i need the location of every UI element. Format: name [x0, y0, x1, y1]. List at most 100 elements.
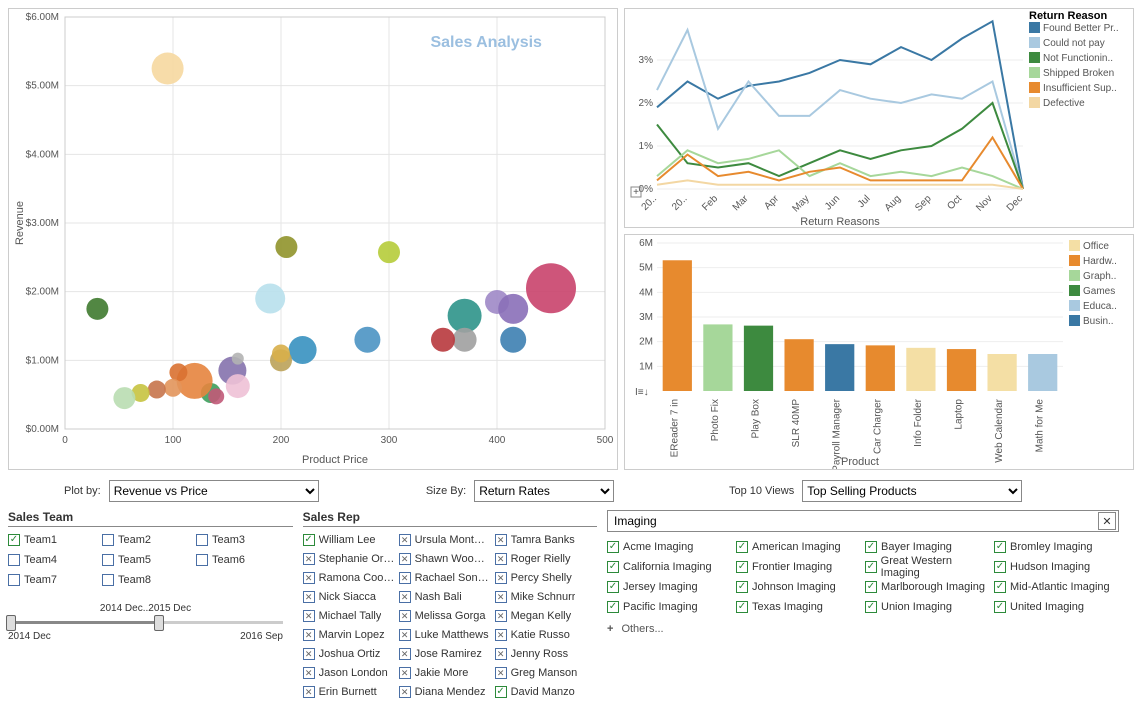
top10-select[interactable]: Top Selling Products	[802, 480, 1022, 502]
rep-checkbox[interactable]: Erin Burnett	[303, 683, 395, 701]
rep-checkbox[interactable]: Ursula Monteiro	[399, 531, 491, 549]
x-icon[interactable]	[303, 648, 315, 660]
rep-checkbox[interactable]: Mike Schnurr	[495, 588, 587, 606]
x-icon[interactable]	[399, 553, 411, 565]
rep-checkbox[interactable]: Percy Shelly	[495, 569, 587, 587]
check-icon[interactable]	[865, 561, 877, 573]
slider-handle-start[interactable]	[6, 615, 16, 631]
rep-checkbox[interactable]: Nick Siacca	[303, 588, 395, 606]
time-slider[interactable]: 2014 Dec..2015 Dec 2014 Dec 2016 Sep	[8, 603, 283, 642]
rep-checkbox[interactable]: Tamra Banks	[495, 531, 587, 549]
check-icon[interactable]	[994, 561, 1006, 573]
rep-checkbox[interactable]: Megan Kelly	[495, 607, 587, 625]
check-icon[interactable]	[736, 601, 748, 613]
search-box[interactable]: ✕	[607, 510, 1119, 532]
x-icon[interactable]	[399, 534, 411, 546]
x-icon[interactable]	[399, 667, 411, 679]
check-icon[interactable]	[994, 581, 1006, 593]
check-icon[interactable]	[607, 541, 619, 553]
imaging-item[interactable]: United Imaging	[994, 598, 1119, 616]
team-checkbox-team4[interactable]: Team4	[8, 551, 96, 569]
imaging-item[interactable]: Marlborough Imaging	[865, 578, 990, 596]
check-icon[interactable]	[736, 581, 748, 593]
search-clear[interactable]: ✕	[1098, 512, 1116, 530]
imaging-item[interactable]: Mid-Atlantic Imaging	[994, 578, 1119, 596]
check-icon[interactable]	[994, 601, 1006, 613]
rep-checkbox[interactable]: Jason London	[303, 664, 395, 682]
x-icon[interactable]	[303, 667, 315, 679]
rep-checkbox[interactable]: William Lee	[303, 531, 395, 549]
plot-by-select[interactable]: Revenue vs Price	[109, 480, 319, 502]
check-icon[interactable]	[865, 541, 877, 553]
x-icon[interactable]	[399, 686, 411, 698]
team-checkbox-team3[interactable]: Team3	[196, 531, 284, 549]
x-icon[interactable]	[495, 572, 507, 584]
rep-checkbox[interactable]: Jenny Ross	[495, 645, 587, 663]
imaging-item[interactable]: Johnson Imaging	[736, 578, 861, 596]
checkbox-icon[interactable]	[8, 554, 20, 566]
team-checkbox-team2[interactable]: Team2	[102, 531, 190, 549]
check-icon[interactable]	[994, 541, 1006, 553]
search-input[interactable]	[608, 512, 1098, 530]
check-icon[interactable]	[865, 601, 877, 613]
imaging-item[interactable]: Texas Imaging	[736, 598, 861, 616]
team-checkbox-team8[interactable]: Team8	[102, 571, 190, 589]
x-icon[interactable]	[399, 572, 411, 584]
checkbox-icon[interactable]	[102, 554, 114, 566]
x-icon[interactable]	[399, 629, 411, 641]
checkbox-icon[interactable]	[196, 534, 208, 546]
rep-checkbox[interactable]: Jose Ramirez	[399, 645, 491, 663]
check-icon[interactable]	[303, 534, 315, 546]
imaging-item[interactable]: Bayer Imaging	[865, 538, 990, 556]
x-icon[interactable]	[303, 686, 315, 698]
rep-checkbox[interactable]: Roger Rielly	[495, 550, 587, 568]
rep-checkbox[interactable]: Luke Matthews	[399, 626, 491, 644]
team-checkbox-team6[interactable]: Team6	[196, 551, 284, 569]
x-icon[interactable]	[495, 553, 507, 565]
rep-checkbox[interactable]: Nash Bali	[399, 588, 491, 606]
rep-checkbox[interactable]: Katie Russo	[495, 626, 587, 644]
imaging-item[interactable]: Pacific Imaging	[607, 598, 732, 616]
checkbox-icon[interactable]	[102, 534, 114, 546]
x-icon[interactable]	[495, 591, 507, 603]
others-link[interactable]: + Others...	[607, 620, 1119, 638]
check-icon[interactable]	[865, 581, 877, 593]
x-icon[interactable]	[495, 667, 507, 679]
x-icon[interactable]	[303, 572, 315, 584]
x-icon[interactable]	[495, 534, 507, 546]
x-icon[interactable]	[495, 610, 507, 622]
x-icon[interactable]	[399, 591, 411, 603]
check-icon[interactable]	[607, 601, 619, 613]
x-icon[interactable]	[399, 610, 411, 622]
rep-checkbox[interactable]: Ramona Coope	[303, 569, 395, 587]
rep-checkbox[interactable]: Greg Manson	[495, 664, 587, 682]
imaging-item[interactable]: American Imaging	[736, 538, 861, 556]
x-icon[interactable]	[399, 648, 411, 660]
check-icon[interactable]	[495, 686, 507, 698]
imaging-item[interactable]: Great Western Imaging	[865, 558, 990, 576]
imaging-item[interactable]: Acme Imaging	[607, 538, 732, 556]
imaging-item[interactable]: Hudson Imaging	[994, 558, 1119, 576]
rep-checkbox[interactable]: David Manzo	[495, 683, 587, 701]
imaging-item[interactable]: Frontier Imaging	[736, 558, 861, 576]
checkbox-icon[interactable]	[8, 574, 20, 586]
team-checkbox-team1[interactable]: Team1	[8, 531, 96, 549]
size-by-select[interactable]: Return Rates	[474, 480, 614, 502]
rep-checkbox[interactable]: Marvin Lopez	[303, 626, 395, 644]
rep-checkbox[interactable]: Melissa Gorga	[399, 607, 491, 625]
check-icon[interactable]	[736, 541, 748, 553]
rep-checkbox[interactable]: Shawn Woodley	[399, 550, 491, 568]
slider-handle-end[interactable]	[154, 615, 164, 631]
checkbox-icon[interactable]	[8, 534, 20, 546]
rep-checkbox[interactable]: Diana Mendez	[399, 683, 491, 701]
team-checkbox-team5[interactable]: Team5	[102, 551, 190, 569]
imaging-item[interactable]: Union Imaging	[865, 598, 990, 616]
x-icon[interactable]	[303, 610, 315, 622]
x-icon[interactable]	[303, 629, 315, 641]
check-icon[interactable]	[607, 561, 619, 573]
imaging-item[interactable]: California Imaging	[607, 558, 732, 576]
imaging-item[interactable]: Jersey Imaging	[607, 578, 732, 596]
rep-checkbox[interactable]: Joshua Ortiz	[303, 645, 395, 663]
checkbox-icon[interactable]	[196, 554, 208, 566]
rep-checkbox[interactable]: Rachael Sontag	[399, 569, 491, 587]
